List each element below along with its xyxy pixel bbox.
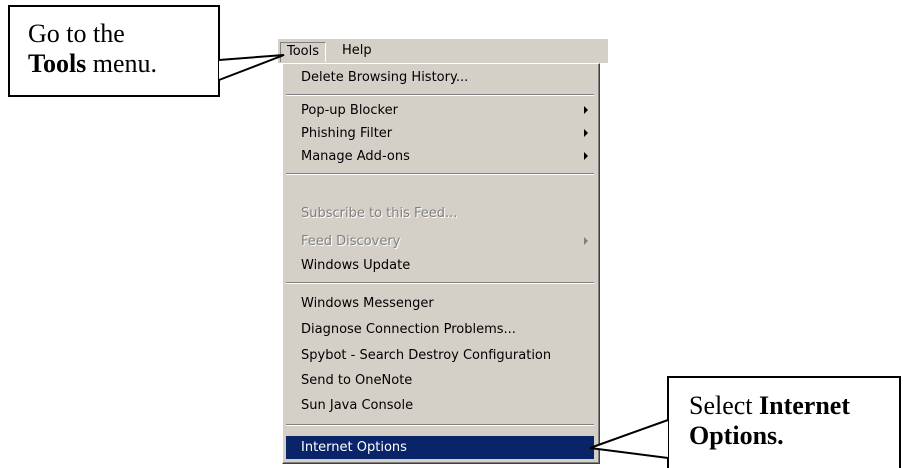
menu-item-send-to-onenote[interactable]: Send to OneNote: [286, 369, 594, 392]
menu-item-windows-update[interactable]: Windows Update: [286, 254, 594, 277]
submenu-arrow-icon: [584, 152, 588, 160]
callout-text: Select: [689, 391, 760, 420]
menu-item-diagnose-connection[interactable]: Diagnose Connection Problems...: [286, 318, 594, 341]
menu-item-label: Windows Update: [301, 258, 411, 273]
internet-callout-tail-icon: [589, 419, 669, 459]
tools-callout-tail-fill: [219, 55, 284, 80]
callout-bold-text: Internet: [759, 391, 851, 420]
submenu-arrow-icon: [584, 106, 588, 114]
callout-text: menu.: [86, 49, 158, 78]
menu-item-label: Feed Discovery: [301, 234, 401, 249]
menu-item-label: Send to OneNote: [301, 373, 413, 388]
menu-item-feed-discovery: Feed Discovery: [286, 230, 594, 253]
menu-item-spybot-config[interactable]: Spybot - Search Destroy Configuration: [286, 344, 594, 367]
submenu-arrow-icon: [584, 237, 588, 245]
internet-callout-tail-fill: [590, 420, 668, 458]
menu-item-sun-java-console[interactable]: Sun Java Console: [286, 394, 594, 417]
callout-line: Select Internet: [689, 391, 899, 421]
menu-item-label: Diagnose Connection Problems...: [301, 322, 516, 337]
menu-item-label: Pop-up Blocker: [301, 103, 398, 118]
callout-bold-text: Tools: [28, 49, 87, 78]
screenshot-stage: Tools Help Delete Browsing History... Po…: [0, 0, 903, 468]
callout-select-internet-options: Select Internet Options.: [667, 376, 901, 468]
menu-item-label: Spybot - Search Destroy Configuration: [301, 348, 552, 363]
callout-line: Go to the: [28, 19, 125, 48]
menu-item-manage-addons[interactable]: Manage Add-ons: [286, 145, 594, 168]
menu-item-label: Windows Messenger: [301, 296, 434, 311]
submenu-arrow-icon: [584, 129, 588, 137]
menu-separator: [286, 173, 594, 175]
menu-item-label: Internet Options: [301, 440, 407, 455]
menu-item-label: Delete Browsing History...: [301, 70, 469, 85]
menu-separator: [286, 282, 594, 284]
menu-separator: [286, 94, 594, 96]
tools-dropdown-menu: Delete Browsing History... Pop-up Blocke…: [282, 63, 600, 464]
menu-item-label: Manage Add-ons: [301, 149, 410, 164]
menu-item-delete-browsing-history[interactable]: Delete Browsing History...: [286, 66, 594, 89]
menu-tools[interactable]: Tools: [280, 42, 327, 62]
menu-help[interactable]: Help: [336, 42, 378, 60]
callout-go-to-tools: Go to the Tools menu.: [8, 5, 220, 97]
menu-item-label: Phishing Filter: [301, 126, 393, 141]
menu-separator: [286, 424, 594, 426]
tools-callout-tail-icon: [218, 54, 285, 81]
callout-bold-text: Options.: [689, 421, 784, 450]
menu-item-phishing-filter[interactable]: Phishing Filter: [286, 122, 594, 145]
callout-line: Options.: [689, 421, 899, 451]
menu-item-popup-blocker[interactable]: Pop-up Blocker: [286, 99, 594, 122]
menu-item-internet-options[interactable]: Internet Options: [286, 436, 594, 459]
callout-line: Tools menu.: [28, 49, 218, 79]
menu-item-label: Sun Java Console: [301, 398, 414, 413]
menu-item-windows-messenger[interactable]: Windows Messenger: [286, 292, 594, 315]
menu-item-label: Subscribe to this Feed...: [301, 206, 458, 221]
menu-item-subscribe-feed: Subscribe to this Feed...: [286, 202, 594, 225]
menu-bar: Tools Help: [278, 39, 608, 63]
